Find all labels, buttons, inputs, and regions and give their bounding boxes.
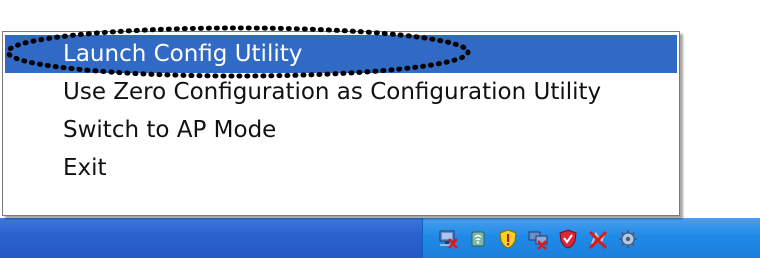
menu-item-use-zero-configuration[interactable]: Use Zero Configuration as Configuration …: [5, 73, 677, 111]
menu-item-launch-config-utility[interactable]: Launch Config Utility: [5, 35, 677, 73]
antivirus-shield-icon[interactable]: [557, 228, 579, 250]
network-disconnected-icon[interactable]: [437, 228, 459, 250]
red-x-disabled-icon[interactable]: [587, 228, 609, 250]
network-error-icon[interactable]: [527, 228, 549, 250]
menu-item-switch-to-ap-mode[interactable]: Switch to AP Mode: [5, 111, 677, 149]
menu-item-exit[interactable]: Exit: [5, 149, 677, 187]
tray-context-menu: Launch Config Utility Use Zero Configura…: [2, 31, 680, 216]
wireless-utility-icon[interactable]: [467, 228, 489, 250]
security-shield-warning-icon[interactable]: [497, 228, 519, 250]
system-tray: [422, 218, 760, 258]
settings-gear-icon[interactable]: [617, 228, 639, 250]
